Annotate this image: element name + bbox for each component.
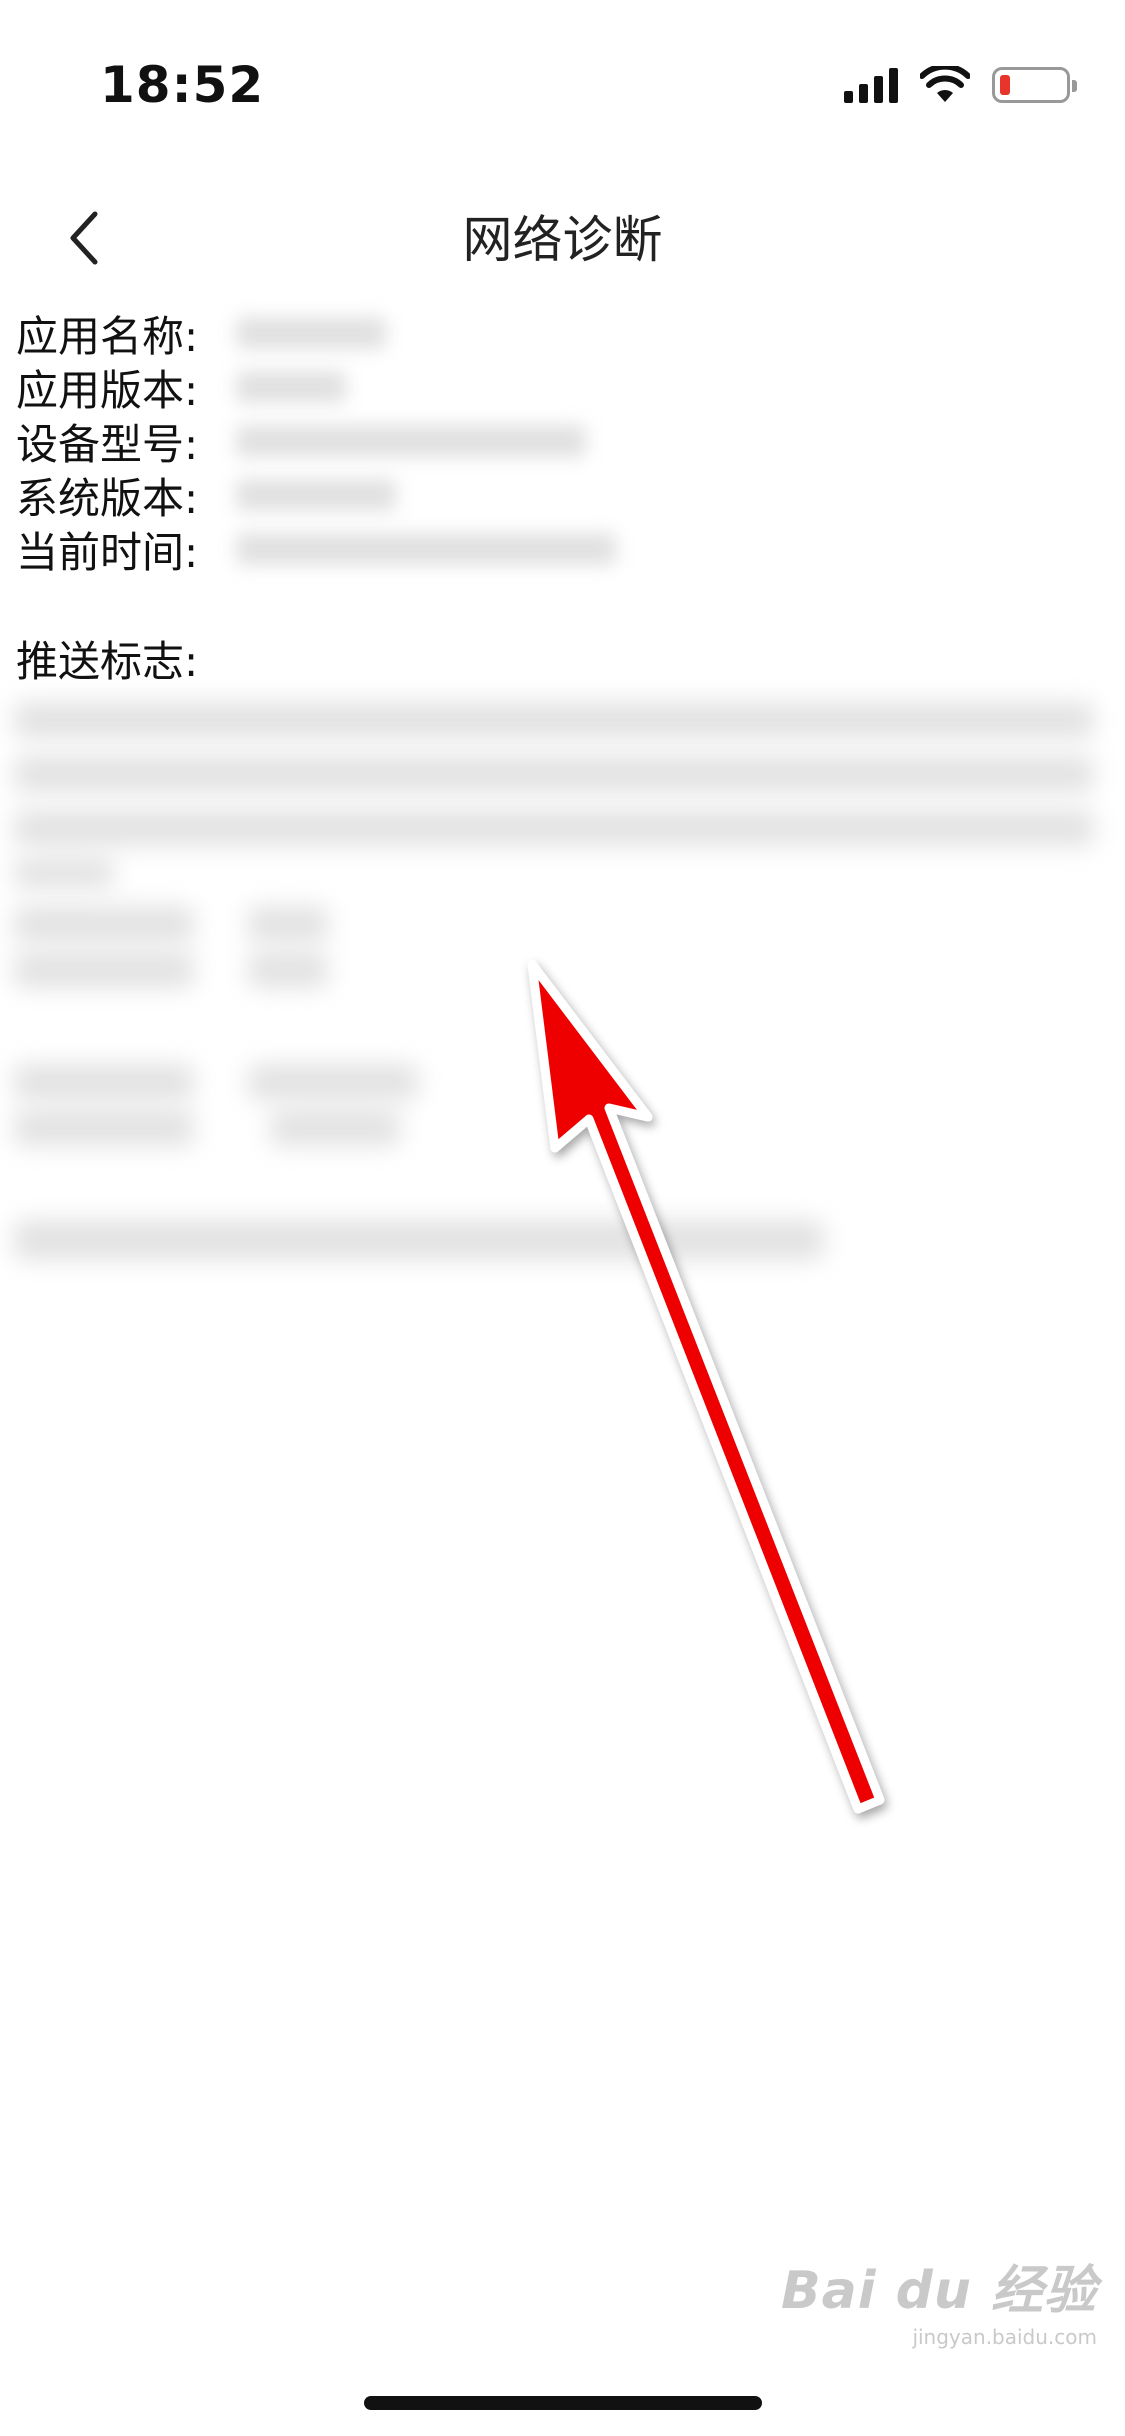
red-arrow-annotation bbox=[527, 959, 885, 1814]
arrow-shape bbox=[527, 959, 885, 1814]
baidu-watermark: Bai du 经验 jingyan.baidu.com bbox=[781, 2248, 1097, 2349]
watermark-main: Bai du 经验 bbox=[781, 2261, 1097, 2321]
home-indicator[interactable] bbox=[364, 2396, 762, 2410]
watermark-sub: jingyan.baidu.com bbox=[912, 2325, 1097, 2349]
